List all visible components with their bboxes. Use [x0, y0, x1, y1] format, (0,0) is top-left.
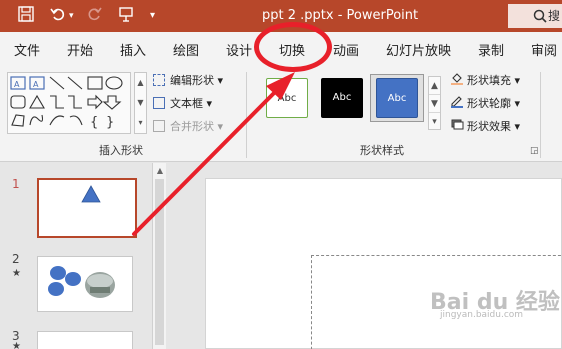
annotation-circle	[254, 22, 332, 72]
watermark-url: jingyan.baidu.com	[440, 310, 524, 320]
powerpoint-window: ▾ ▾ ppt 2 .pptx - PowerPoint 搜 文件 开始 插入 …	[0, 0, 562, 349]
